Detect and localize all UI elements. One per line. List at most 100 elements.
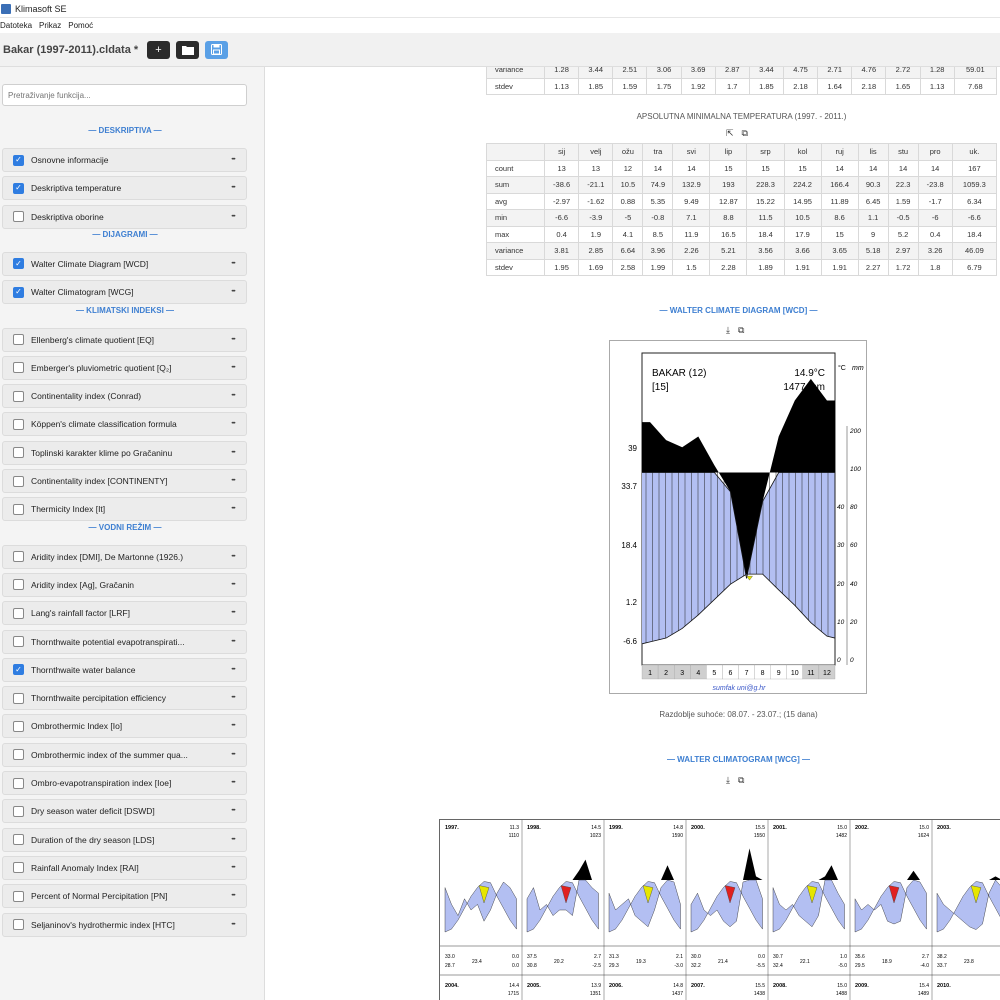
more-options-icon[interactable]: •••: [226, 780, 240, 786]
more-options-icon[interactable]: •••: [226, 865, 240, 871]
wcg-stat-value: 32.4: [773, 963, 783, 969]
more-options-icon[interactable]: •••: [226, 450, 240, 456]
more-options-icon[interactable]: •••: [226, 837, 240, 843]
checkbox[interactable]: [13, 579, 24, 591]
checkbox[interactable]: [13, 720, 24, 732]
copy-icon[interactable]: ⧉: [742, 128, 748, 139]
more-options-icon[interactable]: •••: [226, 893, 240, 899]
function-item[interactable]: Aridity index [Ag], Gračanin •••: [2, 572, 247, 597]
more-options-icon[interactable]: •••: [226, 667, 240, 673]
menu-prikaz[interactable]: Prikaz: [39, 21, 61, 30]
more-options-icon[interactable]: •••: [226, 478, 240, 484]
function-item[interactable]: Thornthwaite percipitation efficiency •••: [2, 686, 247, 711]
function-item[interactable]: Rainfall Anomaly Index [RAI] •••: [2, 855, 247, 880]
function-item[interactable]: ✓ Deskriptiva temperature •••: [2, 176, 247, 201]
checkbox[interactable]: [13, 919, 24, 930]
more-options-icon[interactable]: •••: [226, 289, 240, 295]
search-input[interactable]: [2, 84, 247, 106]
menu-pomoc[interactable]: Pomoć: [68, 21, 93, 30]
checkbox[interactable]: [13, 834, 24, 846]
checkbox[interactable]: [13, 636, 24, 647]
download-icon[interactable]: ⤓: [726, 325, 730, 336]
more-options-icon[interactable]: •••: [226, 723, 240, 729]
more-options-icon[interactable]: •••: [226, 393, 240, 399]
checkbox[interactable]: [13, 607, 24, 619]
checkbox[interactable]: [13, 805, 24, 817]
function-item[interactable]: Lang's rainfall factor [LRF] •••: [2, 601, 247, 626]
function-item[interactable]: Toplinski karakter klime po Gračaninu •••: [2, 440, 247, 465]
function-item[interactable]: Thornthwaite potential evapotranspirati.…: [2, 629, 247, 654]
checkbox-checked[interactable]: ✓: [13, 258, 24, 270]
function-item[interactable]: Thermicity Index [It] •••: [2, 497, 247, 522]
checkbox-checked[interactable]: ✓: [13, 154, 24, 166]
checkbox[interactable]: [13, 862, 24, 874]
more-options-icon[interactable]: •••: [226, 639, 240, 645]
table-cell: 2.97: [887, 242, 919, 260]
checkbox-checked[interactable]: ✓: [13, 664, 24, 676]
copy-icon[interactable]: ⧉: [738, 775, 744, 786]
checkbox[interactable]: [13, 777, 24, 789]
more-options-icon[interactable]: •••: [226, 582, 240, 588]
table-cell: 1.99: [642, 258, 674, 276]
more-options-icon[interactable]: •••: [226, 337, 240, 343]
checkbox[interactable]: [13, 362, 24, 374]
function-item[interactable]: ✓ Thornthwaite water balance •••: [2, 657, 247, 682]
function-item[interactable]: Percent of Normal Percipitation [PN] •••: [2, 884, 247, 909]
table-cell: 1.59: [887, 192, 919, 210]
checkbox[interactable]: [13, 749, 24, 761]
more-options-icon[interactable]: •••: [226, 261, 240, 267]
more-options-icon[interactable]: •••: [226, 214, 240, 220]
new-button[interactable]: +: [147, 40, 170, 59]
more-options-icon[interactable]: •••: [226, 421, 240, 427]
checkbox[interactable]: [13, 211, 24, 223]
checkbox[interactable]: [13, 475, 24, 487]
function-item[interactable]: Ombrothermic Index [Io] •••: [2, 714, 247, 739]
checkbox[interactable]: [13, 418, 24, 430]
checkbox[interactable]: [13, 334, 24, 345]
more-options-icon[interactable]: •••: [226, 185, 240, 191]
more-options-icon[interactable]: •••: [226, 808, 240, 814]
function-item[interactable]: Seljaninov's hydrothermic index [HTC] •••: [2, 912, 247, 937]
checkbox[interactable]: [13, 692, 24, 704]
function-item[interactable]: Continentality index (Conrad) •••: [2, 384, 247, 409]
function-item[interactable]: Aridity index [DMI], De Martonne (1926.)…: [2, 544, 247, 569]
table-cell: -5: [612, 209, 644, 227]
function-item[interactable]: ✓ Walter Climate Diagram [WCD] •••: [2, 251, 247, 276]
checkbox[interactable]: [13, 890, 24, 902]
function-item[interactable]: Ombrothermic index of the summer qua... •…: [2, 742, 247, 767]
checkbox-checked[interactable]: ✓: [13, 182, 24, 194]
checkbox[interactable]: [13, 551, 24, 563]
wcg-superhumid-area: [691, 848, 763, 880]
function-item[interactable]: Duration of the dry season [LDS] •••: [2, 827, 247, 852]
table-cell: 5.18: [857, 242, 889, 260]
more-options-icon[interactable]: •••: [226, 695, 240, 701]
function-item[interactable]: Dry season water deficit [DSWD] •••: [2, 799, 247, 824]
more-options-icon[interactable]: •••: [226, 554, 240, 560]
function-item[interactable]: Köppen's climate classification formula •…: [2, 412, 247, 437]
more-options-icon[interactable]: •••: [226, 157, 240, 163]
function-item[interactable]: Continentality index [CONTINENTY] •••: [2, 469, 247, 493]
checkbox-checked[interactable]: ✓: [13, 286, 24, 298]
more-options-icon[interactable]: •••: [226, 365, 240, 371]
function-item[interactable]: ✓ Osnovne informacije •••: [2, 148, 247, 172]
function-item[interactable]: Emberger's pluviometric quotient [Q₂] •••: [2, 355, 247, 380]
copy-icon[interactable]: ⧉: [738, 325, 744, 336]
open-button[interactable]: [176, 40, 199, 59]
download-icon[interactable]: ⤓: [726, 775, 730, 786]
download-table-icon[interactable]: ⇱: [726, 128, 734, 139]
wcg-stat-value: -5.5: [756, 963, 765, 969]
function-item[interactable]: ✓ Walter Climatogram [WCG] •••: [2, 280, 247, 305]
checkbox[interactable]: [13, 503, 24, 515]
menu-datoteka[interactable]: Datoteka: [0, 21, 32, 30]
checkbox[interactable]: [13, 390, 24, 402]
function-item[interactable]: Ellenberg's climate quotient [EQ] •••: [2, 327, 247, 352]
more-options-icon[interactable]: •••: [226, 610, 240, 616]
more-options-icon[interactable]: •••: [226, 506, 240, 512]
function-item[interactable]: Ombro-evapotranspiration index [Ioe] •••: [2, 771, 247, 795]
function-item[interactable]: Deskriptiva oborine •••: [2, 204, 247, 229]
checkbox[interactable]: [13, 447, 24, 459]
save-button[interactable]: [205, 40, 228, 59]
more-options-icon[interactable]: •••: [226, 752, 240, 758]
more-options-icon[interactable]: •••: [226, 922, 240, 928]
wcd-right-tick-mm: 100: [850, 466, 861, 473]
